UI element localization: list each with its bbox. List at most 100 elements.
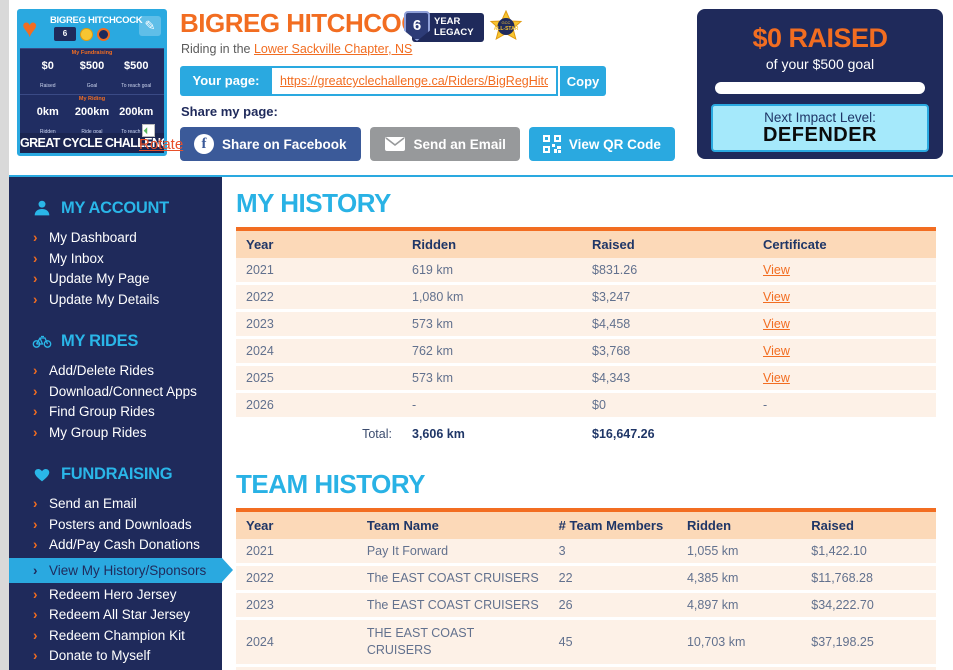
mini-allstar-badge-icon bbox=[80, 28, 93, 41]
view-certificate-link[interactable]: View bbox=[763, 344, 790, 358]
next-impact-label: Next Impact Level: bbox=[713, 110, 927, 125]
table-header-row: Year Team Name # Team Members Ridden Rai… bbox=[236, 510, 936, 539]
edit-card-icon[interactable]: ✎ bbox=[139, 16, 161, 36]
left-gutter bbox=[0, 0, 9, 670]
table-row: 2022 The EAST COAST CRUISERS 22 4,385 km… bbox=[236, 565, 936, 592]
share-my-page-label: Share my page: bbox=[181, 104, 278, 119]
table-row: 2021 Pay It Forward 3 1,055 km $1,422.10 bbox=[236, 539, 936, 565]
page: ♥ BIGREG HITCHCOCK 6 ✎ My Fundraising $0… bbox=[0, 0, 953, 670]
raised-cell: $4,343 bbox=[582, 365, 753, 392]
user-icon bbox=[32, 198, 52, 218]
legacy-badge: 6 YEAR LEGACY bbox=[412, 13, 484, 42]
certificate-cell: View bbox=[753, 284, 936, 311]
profile-card-name: BIGREG HITCHCOCK bbox=[50, 15, 150, 26]
next-impact-level: DEFENDER bbox=[713, 125, 927, 145]
members-cell: 3 bbox=[549, 539, 677, 565]
raised-cell: $39,045 bbox=[801, 666, 936, 670]
ridden-cell: 4,385 km bbox=[677, 565, 801, 592]
view-certificate-link[interactable]: View bbox=[763, 371, 790, 385]
certificate-cell: View bbox=[753, 338, 936, 365]
table-row: 2025 The East Coast Cruisers 51 7,089 km… bbox=[236, 666, 936, 670]
sidebar-item-redeem-all-star-jersey[interactable]: Redeem All Star Jersey bbox=[9, 605, 222, 626]
sidebar-item-add-delete-rides[interactable]: Add/Delete Rides bbox=[9, 361, 222, 382]
stat-label: Goal bbox=[87, 83, 98, 89]
raised-cell: $0 bbox=[582, 392, 753, 419]
raised-amount: $0 RAISED bbox=[697, 23, 943, 54]
table-row: 2023 The EAST COAST CRUISERS 26 4,897 km… bbox=[236, 592, 936, 619]
col-ridden: Ridden bbox=[402, 229, 582, 258]
share-buttons-row: f Share on Facebook Send an Email bbox=[180, 127, 675, 161]
mini-champion-badge-icon bbox=[97, 28, 110, 41]
matched-heart-badge-icon: ♥ bbox=[22, 15, 37, 41]
raised-cell: $37,198.25 bbox=[801, 619, 936, 666]
view-qr-button[interactable]: View QR Code bbox=[529, 127, 675, 161]
year-cell: 2022 bbox=[236, 565, 357, 592]
stat-label: Raised bbox=[40, 83, 56, 89]
legacy-badge-label: YEAR LEGACY bbox=[434, 16, 482, 38]
sidebar-item-send-an-email[interactable]: Send an Email bbox=[9, 494, 222, 515]
view-certificate-link[interactable]: View bbox=[763, 317, 790, 331]
year-cell: 2021 bbox=[236, 539, 357, 565]
sidebar-item-download-connect-apps[interactable]: Download/Connect Apps bbox=[9, 382, 222, 403]
profile-card-badges: 6 bbox=[54, 27, 110, 41]
profile-stat-card: ♥ BIGREG HITCHCOCK 6 ✎ My Fundraising $0… bbox=[17, 9, 167, 156]
sidebar-item-redeem-hero-jersey[interactable]: Redeem Hero Jersey bbox=[9, 585, 222, 606]
stat-value: 0km bbox=[37, 106, 59, 118]
raised-cell: $3,247 bbox=[582, 284, 753, 311]
year-cell: 2024 bbox=[236, 619, 357, 666]
sidebar-item-my-inbox[interactable]: My Inbox bbox=[9, 249, 222, 270]
send-email-button[interactable]: Send an Email bbox=[370, 127, 520, 161]
sidebar-item-add-pay-cash-donations[interactable]: Add/Pay Cash Donations bbox=[9, 535, 222, 556]
sidebar-item-my-dashboard[interactable]: My Dashboard bbox=[9, 228, 222, 249]
sidebar-section-fundraising: FUNDRAISING bbox=[9, 464, 222, 484]
sidebar-item-update-my-details[interactable]: Update My Details bbox=[9, 290, 222, 311]
envelope-icon bbox=[384, 136, 406, 152]
raised-cell: $11,768.28 bbox=[801, 565, 936, 592]
sidebar-item-view-my-history-sponsors[interactable]: View My History/Sponsors bbox=[9, 558, 222, 583]
team-name-cell: Pay It Forward bbox=[357, 539, 549, 565]
sidebar-item-redeem-champion-kit[interactable]: Redeem Champion Kit bbox=[9, 626, 222, 647]
year-cell: 2023 bbox=[236, 592, 357, 619]
year-cell: 2022 bbox=[236, 284, 402, 311]
col-ridden: Ridden bbox=[677, 510, 801, 539]
fundraising-progress-bar bbox=[715, 82, 925, 94]
certificate-cell: View bbox=[753, 365, 936, 392]
team-name-cell: The East Coast Cruisers bbox=[357, 666, 549, 670]
raised-cell: $831.26 bbox=[582, 258, 753, 284]
certificate-cell: View bbox=[753, 258, 936, 284]
sidebar-item-update-my-page[interactable]: Update My Page bbox=[9, 269, 222, 290]
total-ridden: 3,606 km bbox=[402, 419, 582, 447]
ridden-cell: 762 km bbox=[402, 338, 582, 365]
ridden-cell: 10,703 km bbox=[677, 619, 801, 666]
raised-cell: $4,458 bbox=[582, 311, 753, 338]
sidebar-item-find-group-rides[interactable]: Find Group Rides bbox=[9, 402, 222, 423]
year-cell: 2024 bbox=[236, 338, 402, 365]
col-team-name: Team Name bbox=[357, 510, 549, 539]
profile-card-header: ♥ BIGREG HITCHCOCK 6 ✎ bbox=[20, 12, 164, 48]
table-row: 2023 573 km $4,458 View bbox=[236, 311, 936, 338]
sidebar-item-posters-and-downloads[interactable]: Posters and Downloads bbox=[9, 515, 222, 536]
share-facebook-button[interactable]: f Share on Facebook bbox=[180, 127, 361, 161]
view-certificate-link[interactable]: View bbox=[763, 263, 790, 277]
rotate-link[interactable]: Rotate bbox=[139, 136, 183, 153]
col-year: Year bbox=[236, 229, 402, 258]
sidebar-item-my-group-rides[interactable]: My Group Rides bbox=[9, 423, 222, 444]
sidebar-section-my-rides: MY RIDES bbox=[9, 331, 222, 351]
team-name-cell: THE EAST COAST CRUISERS bbox=[357, 619, 549, 666]
stat-value: $0 bbox=[42, 60, 54, 72]
ridden-cell: 4,897 km bbox=[677, 592, 801, 619]
table-row: 2024 THE EAST COAST CRUISERS 45 10,703 k… bbox=[236, 619, 936, 666]
sidebar-item-donate-to-myself[interactable]: Donate to Myself bbox=[9, 646, 222, 667]
riding-prefix: Riding in the bbox=[181, 42, 251, 56]
heart-icon bbox=[32, 464, 52, 484]
chapter-link[interactable]: Lower Sackville Chapter, NS bbox=[254, 42, 412, 56]
copy-button[interactable]: Copy bbox=[560, 66, 606, 96]
view-certificate-link[interactable]: View bbox=[763, 290, 790, 304]
svg-text:ALL-STAR: ALL-STAR bbox=[494, 26, 519, 32]
certificate-cell: - bbox=[753, 392, 936, 419]
ridden-cell: 619 km bbox=[402, 258, 582, 284]
main-content: MY HISTORY Year Ridden Raised Certificat… bbox=[236, 177, 936, 670]
table-row: 2026 - $0 - bbox=[236, 392, 936, 419]
goal-line: of your $500 goal bbox=[697, 56, 943, 72]
page-url-input[interactable] bbox=[272, 66, 558, 96]
